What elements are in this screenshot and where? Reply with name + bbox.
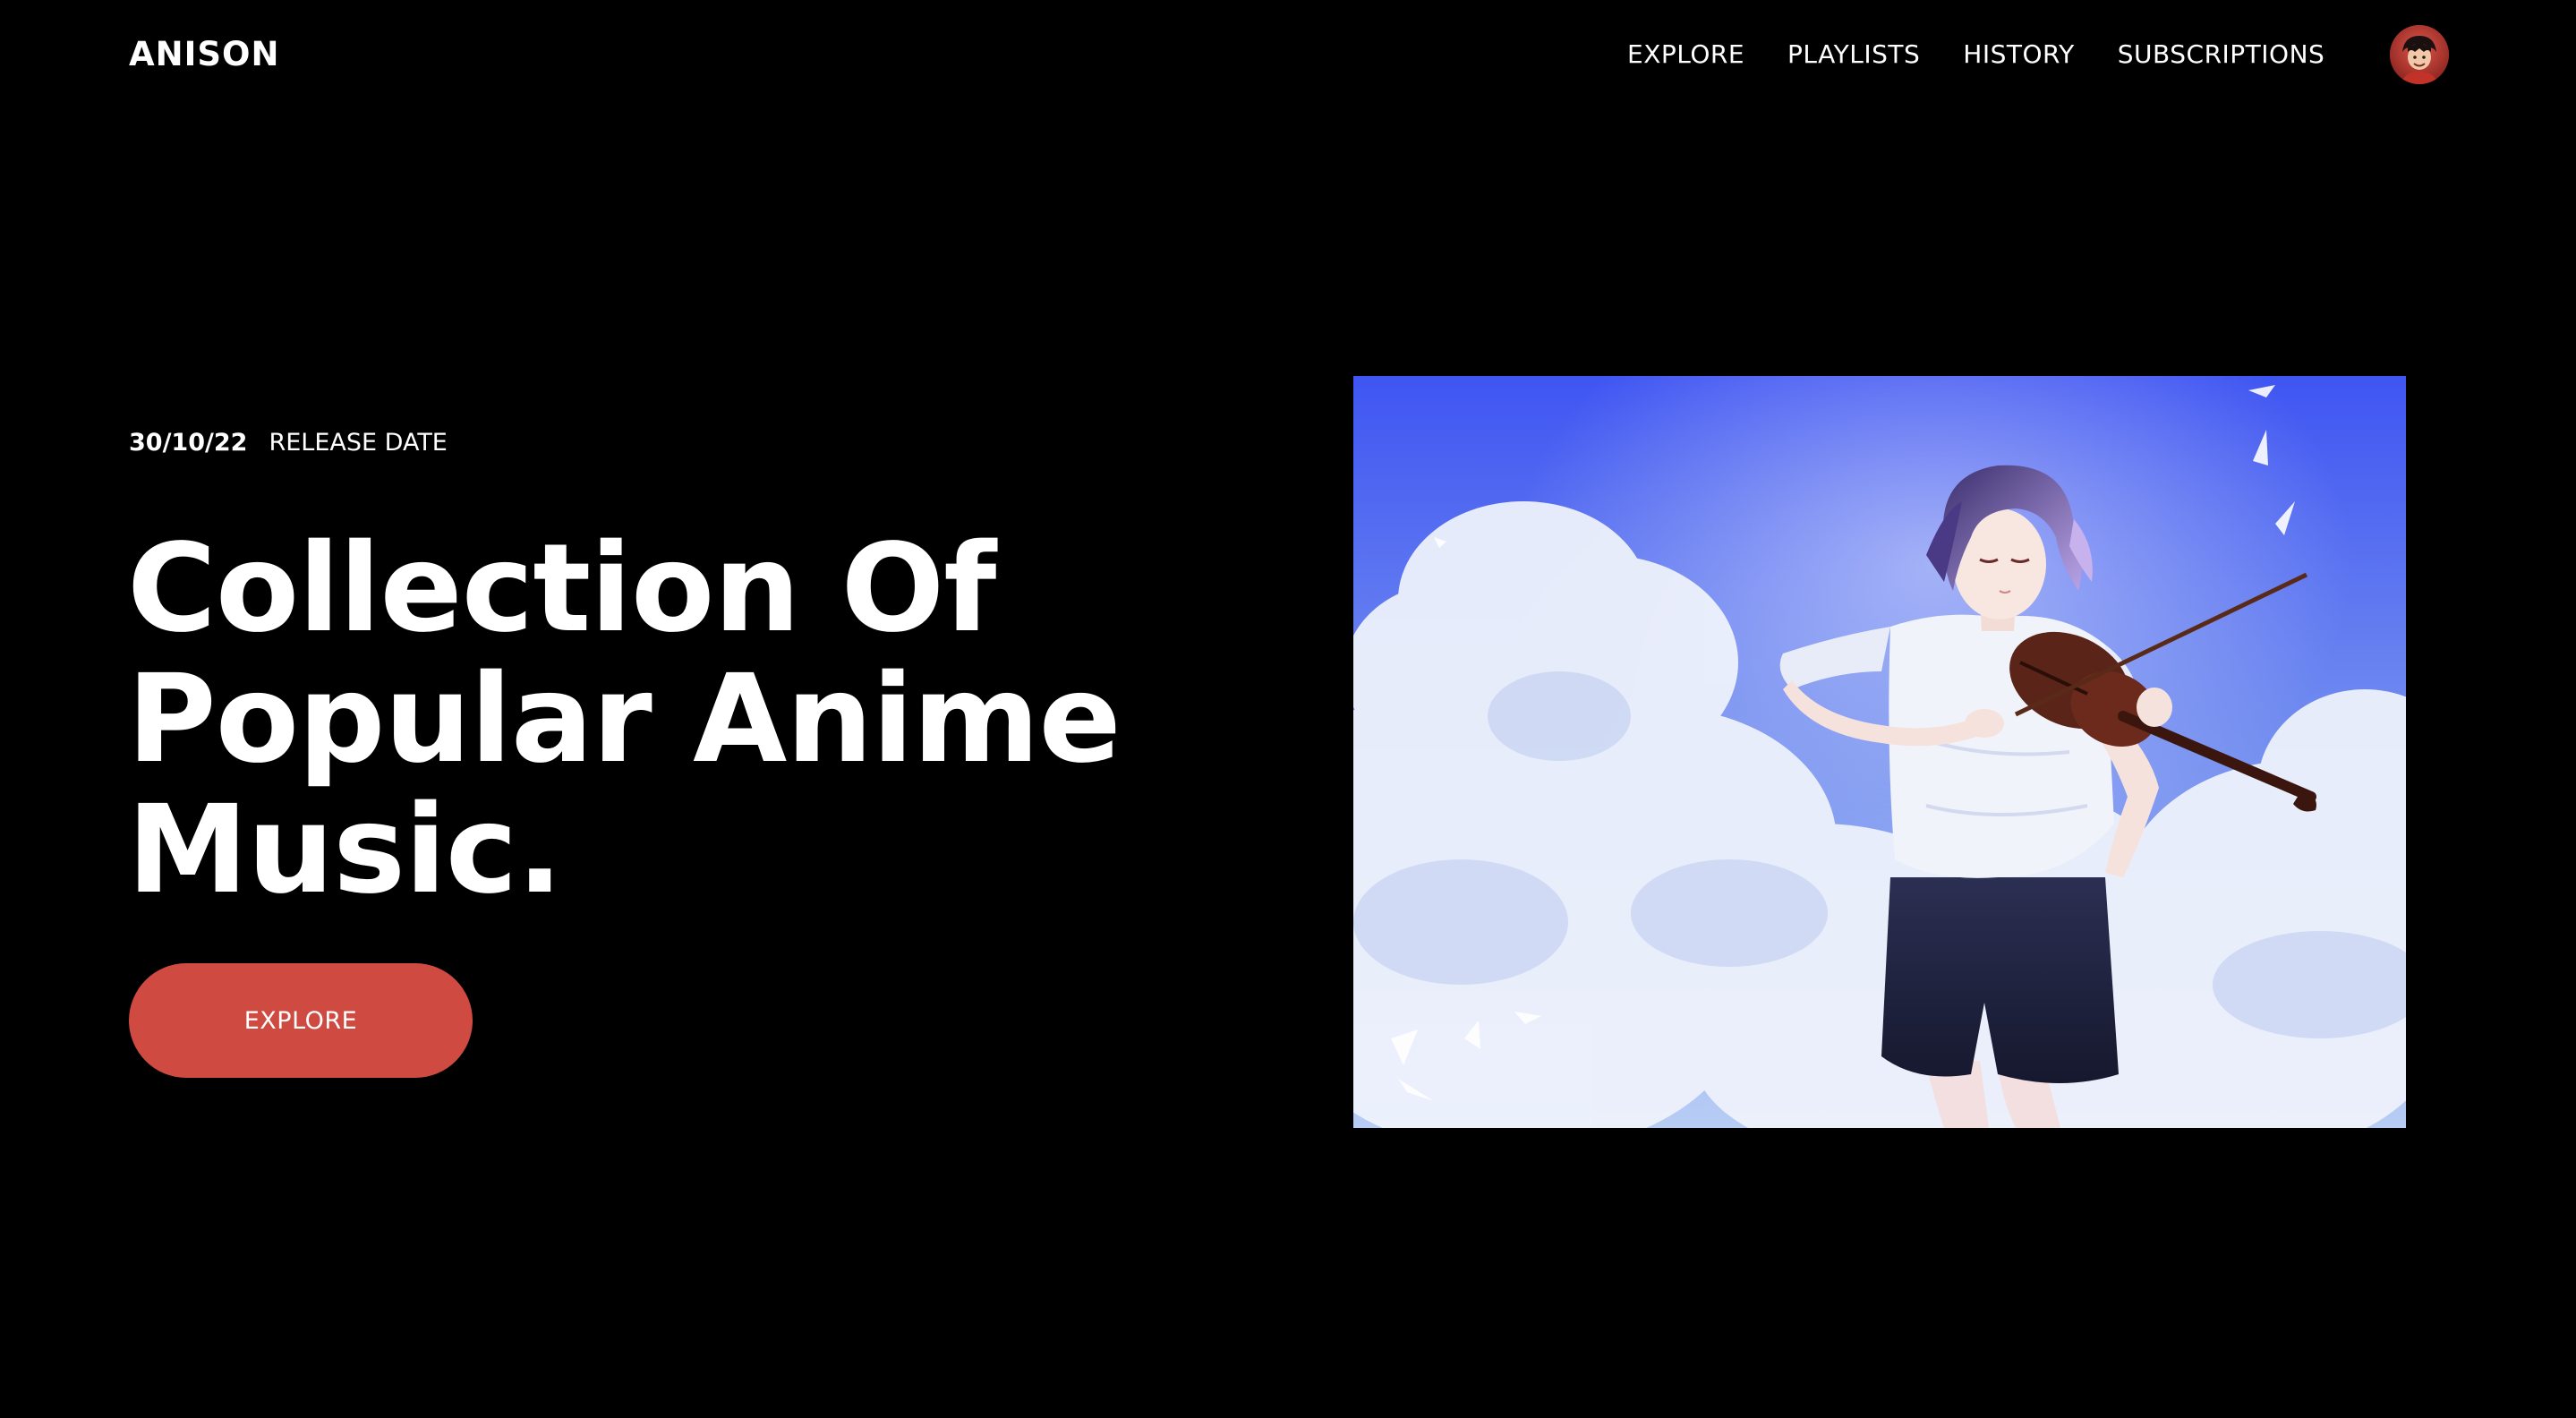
- release-date: 30/10/22: [129, 429, 248, 457]
- hero-artwork: [1353, 376, 2406, 1128]
- nav-playlists[interactable]: PLAYLISTS: [1787, 36, 1920, 73]
- nav-history[interactable]: HISTORY: [1963, 36, 2075, 73]
- hero-title-line: Collection Of: [127, 518, 996, 660]
- page: ANISON EXPLORE PLAYLISTS HISTORY SUBSCRI…: [0, 0, 2576, 1418]
- nav-explore[interactable]: EXPLORE: [1627, 36, 1744, 73]
- logo[interactable]: ANISON: [129, 34, 279, 75]
- nav-subscriptions[interactable]: SUBSCRIPTIONS: [2118, 36, 2325, 73]
- main-nav: EXPLORE PLAYLISTS HISTORY SUBSCRIPTIONS: [1627, 36, 2324, 73]
- hero-title-line: Music.: [127, 780, 563, 921]
- anime-violinist-illustration: [1353, 376, 2406, 1128]
- release-info: 30/10/22 RELEASE DATE: [129, 428, 448, 458]
- user-avatar[interactable]: [2390, 25, 2449, 84]
- avatar-icon: [2390, 25, 2449, 84]
- hero-title: Collection Of Popular Anime Music.: [127, 524, 1291, 916]
- explore-button[interactable]: EXPLORE: [129, 963, 473, 1078]
- hero-title-line: Popular Anime: [127, 649, 1122, 790]
- release-label: RELEASE DATE: [269, 429, 448, 457]
